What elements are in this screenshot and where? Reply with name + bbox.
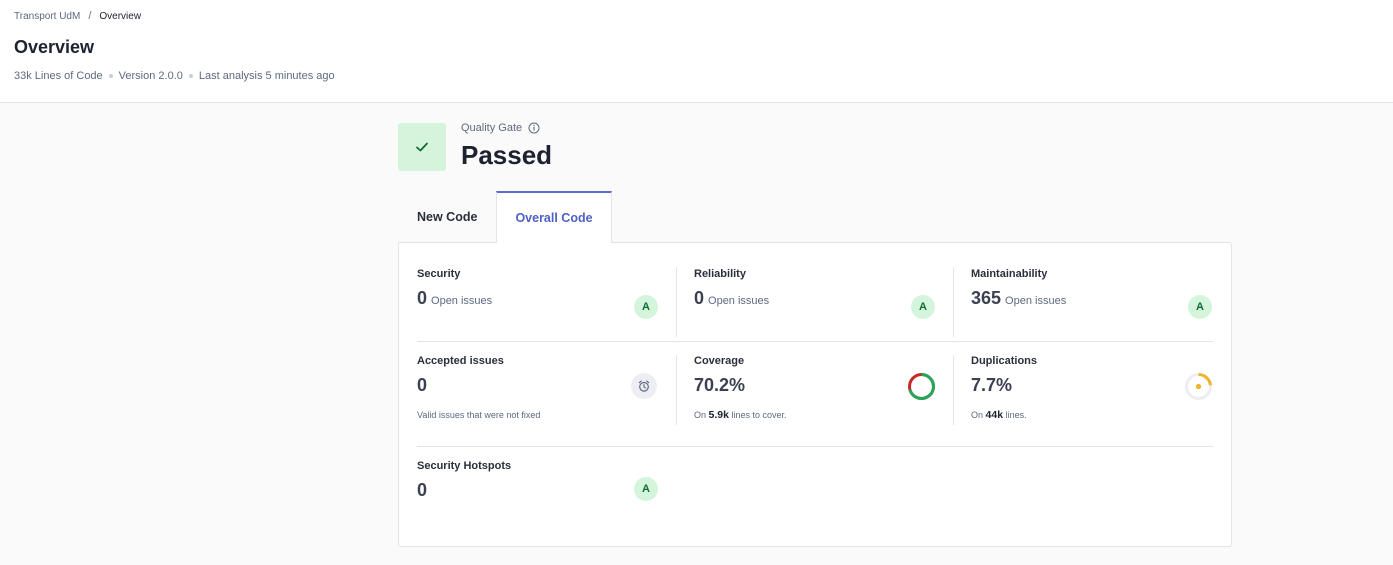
accepted-issues-title: Accepted issues	[417, 355, 504, 367]
reliability-metric[interactable]: Reliability 0 Open issues A	[694, 268, 936, 328]
security-suffix: Open issues	[431, 295, 493, 307]
security-hotspots-value[interactable]: 0	[417, 480, 427, 501]
duplications-donut-chart[interactable]	[1184, 372, 1213, 401]
coverage-donut-chart[interactable]	[907, 372, 936, 401]
alarm-clock-icon	[631, 373, 657, 399]
coverage-value[interactable]: 70.2%	[694, 375, 745, 396]
security-hotspots-rating-badge[interactable]: A	[634, 477, 658, 501]
duplications-dot	[1195, 383, 1202, 390]
info-icon[interactable]	[528, 122, 540, 134]
security-metric[interactable]: Security 0 Open issues A	[417, 268, 659, 328]
quality-gate-badge	[398, 123, 446, 171]
coverage-lines: 5.9k	[708, 409, 729, 421]
duplications-note-suffix: lines.	[1005, 410, 1027, 420]
duplications-title: Duplications	[971, 355, 1038, 367]
breadcrumb-separator: /	[88, 10, 92, 22]
duplications-note: On 44k lines.	[971, 409, 1027, 421]
last-analysis: Last analysis 5 minutes ago	[198, 70, 335, 82]
column-divider	[676, 267, 677, 337]
column-divider	[953, 267, 954, 337]
duplications-note-prefix: On	[971, 410, 984, 420]
page-title: Overview	[14, 37, 95, 57]
project-meta: 33k Lines of Code Version 2.0.0 Last ana…	[14, 70, 335, 82]
lines-of-code: 33k Lines of Code	[14, 70, 103, 82]
duplications-lines: 44k	[985, 409, 1004, 421]
tab-overall-code[interactable]: Overall Code	[496, 191, 612, 243]
duplications-metric[interactable]: Duplications 7.7% On 44k lines.	[971, 355, 1213, 435]
page-header: Transport UdM / Overview Overview 33k Li…	[0, 0, 1393, 103]
reliability-value[interactable]: 0	[694, 288, 704, 309]
security-rating-badge[interactable]: A	[634, 295, 658, 319]
maintainability-suffix: Open issues	[1005, 295, 1067, 307]
reliability-suffix: Open issues	[708, 295, 770, 307]
column-divider	[676, 355, 677, 425]
quality-gate-label: Quality Gate	[461, 122, 540, 134]
meta-dot	[108, 74, 113, 78]
breadcrumb-project-link[interactable]: Transport UdM	[14, 11, 80, 22]
duplications-value[interactable]: 7.7%	[971, 375, 1012, 396]
accepted-issues-metric[interactable]: Accepted issues 0 Valid issues that were…	[417, 355, 659, 435]
security-value[interactable]: 0	[417, 288, 427, 309]
security-hotspots-title: Security Hotspots	[417, 460, 512, 472]
accepted-issues-value[interactable]: 0	[417, 375, 427, 396]
maintainability-metric[interactable]: Maintainability 365 Open issues A	[971, 268, 1213, 328]
coverage-metric[interactable]: Coverage 70.2% On 5.9k lines to cover.	[694, 355, 936, 435]
quality-gate-status: Passed	[461, 140, 553, 170]
version: Version 2.0.0	[118, 70, 183, 82]
reliability-title: Reliability	[694, 268, 746, 280]
coverage-note-suffix: lines to cover.	[731, 410, 787, 420]
coverage-note-prefix: On	[694, 410, 707, 420]
metrics-panel: Security 0 Open issues A Reliability 0 O…	[398, 242, 1232, 547]
row-divider	[417, 446, 1213, 447]
breadcrumb: Transport UdM / Overview	[14, 10, 141, 22]
maintainability-value[interactable]: 365	[971, 288, 1001, 309]
security-title: Security	[417, 268, 461, 280]
reliability-rating-badge[interactable]: A	[911, 295, 935, 319]
code-tabs: New Code Overall Code	[398, 191, 612, 243]
tab-new-code[interactable]: New Code	[398, 191, 496, 243]
meta-dot	[188, 74, 193, 78]
maintainability-title: Maintainability	[971, 268, 1048, 280]
accepted-issues-note: Valid issues that were not fixed	[417, 410, 541, 420]
coverage-note: On 5.9k lines to cover.	[694, 409, 787, 421]
maintainability-rating-badge[interactable]: A	[1188, 295, 1212, 319]
column-divider	[953, 355, 954, 425]
coverage-title: Coverage	[694, 355, 745, 367]
security-hotspots-metric[interactable]: Security Hotspots 0 A	[417, 460, 659, 520]
check-icon	[416, 142, 428, 152]
row-divider	[417, 341, 1213, 342]
quality-gate-label-text: Quality Gate	[461, 122, 523, 134]
breadcrumb-current: Overview	[99, 10, 142, 22]
